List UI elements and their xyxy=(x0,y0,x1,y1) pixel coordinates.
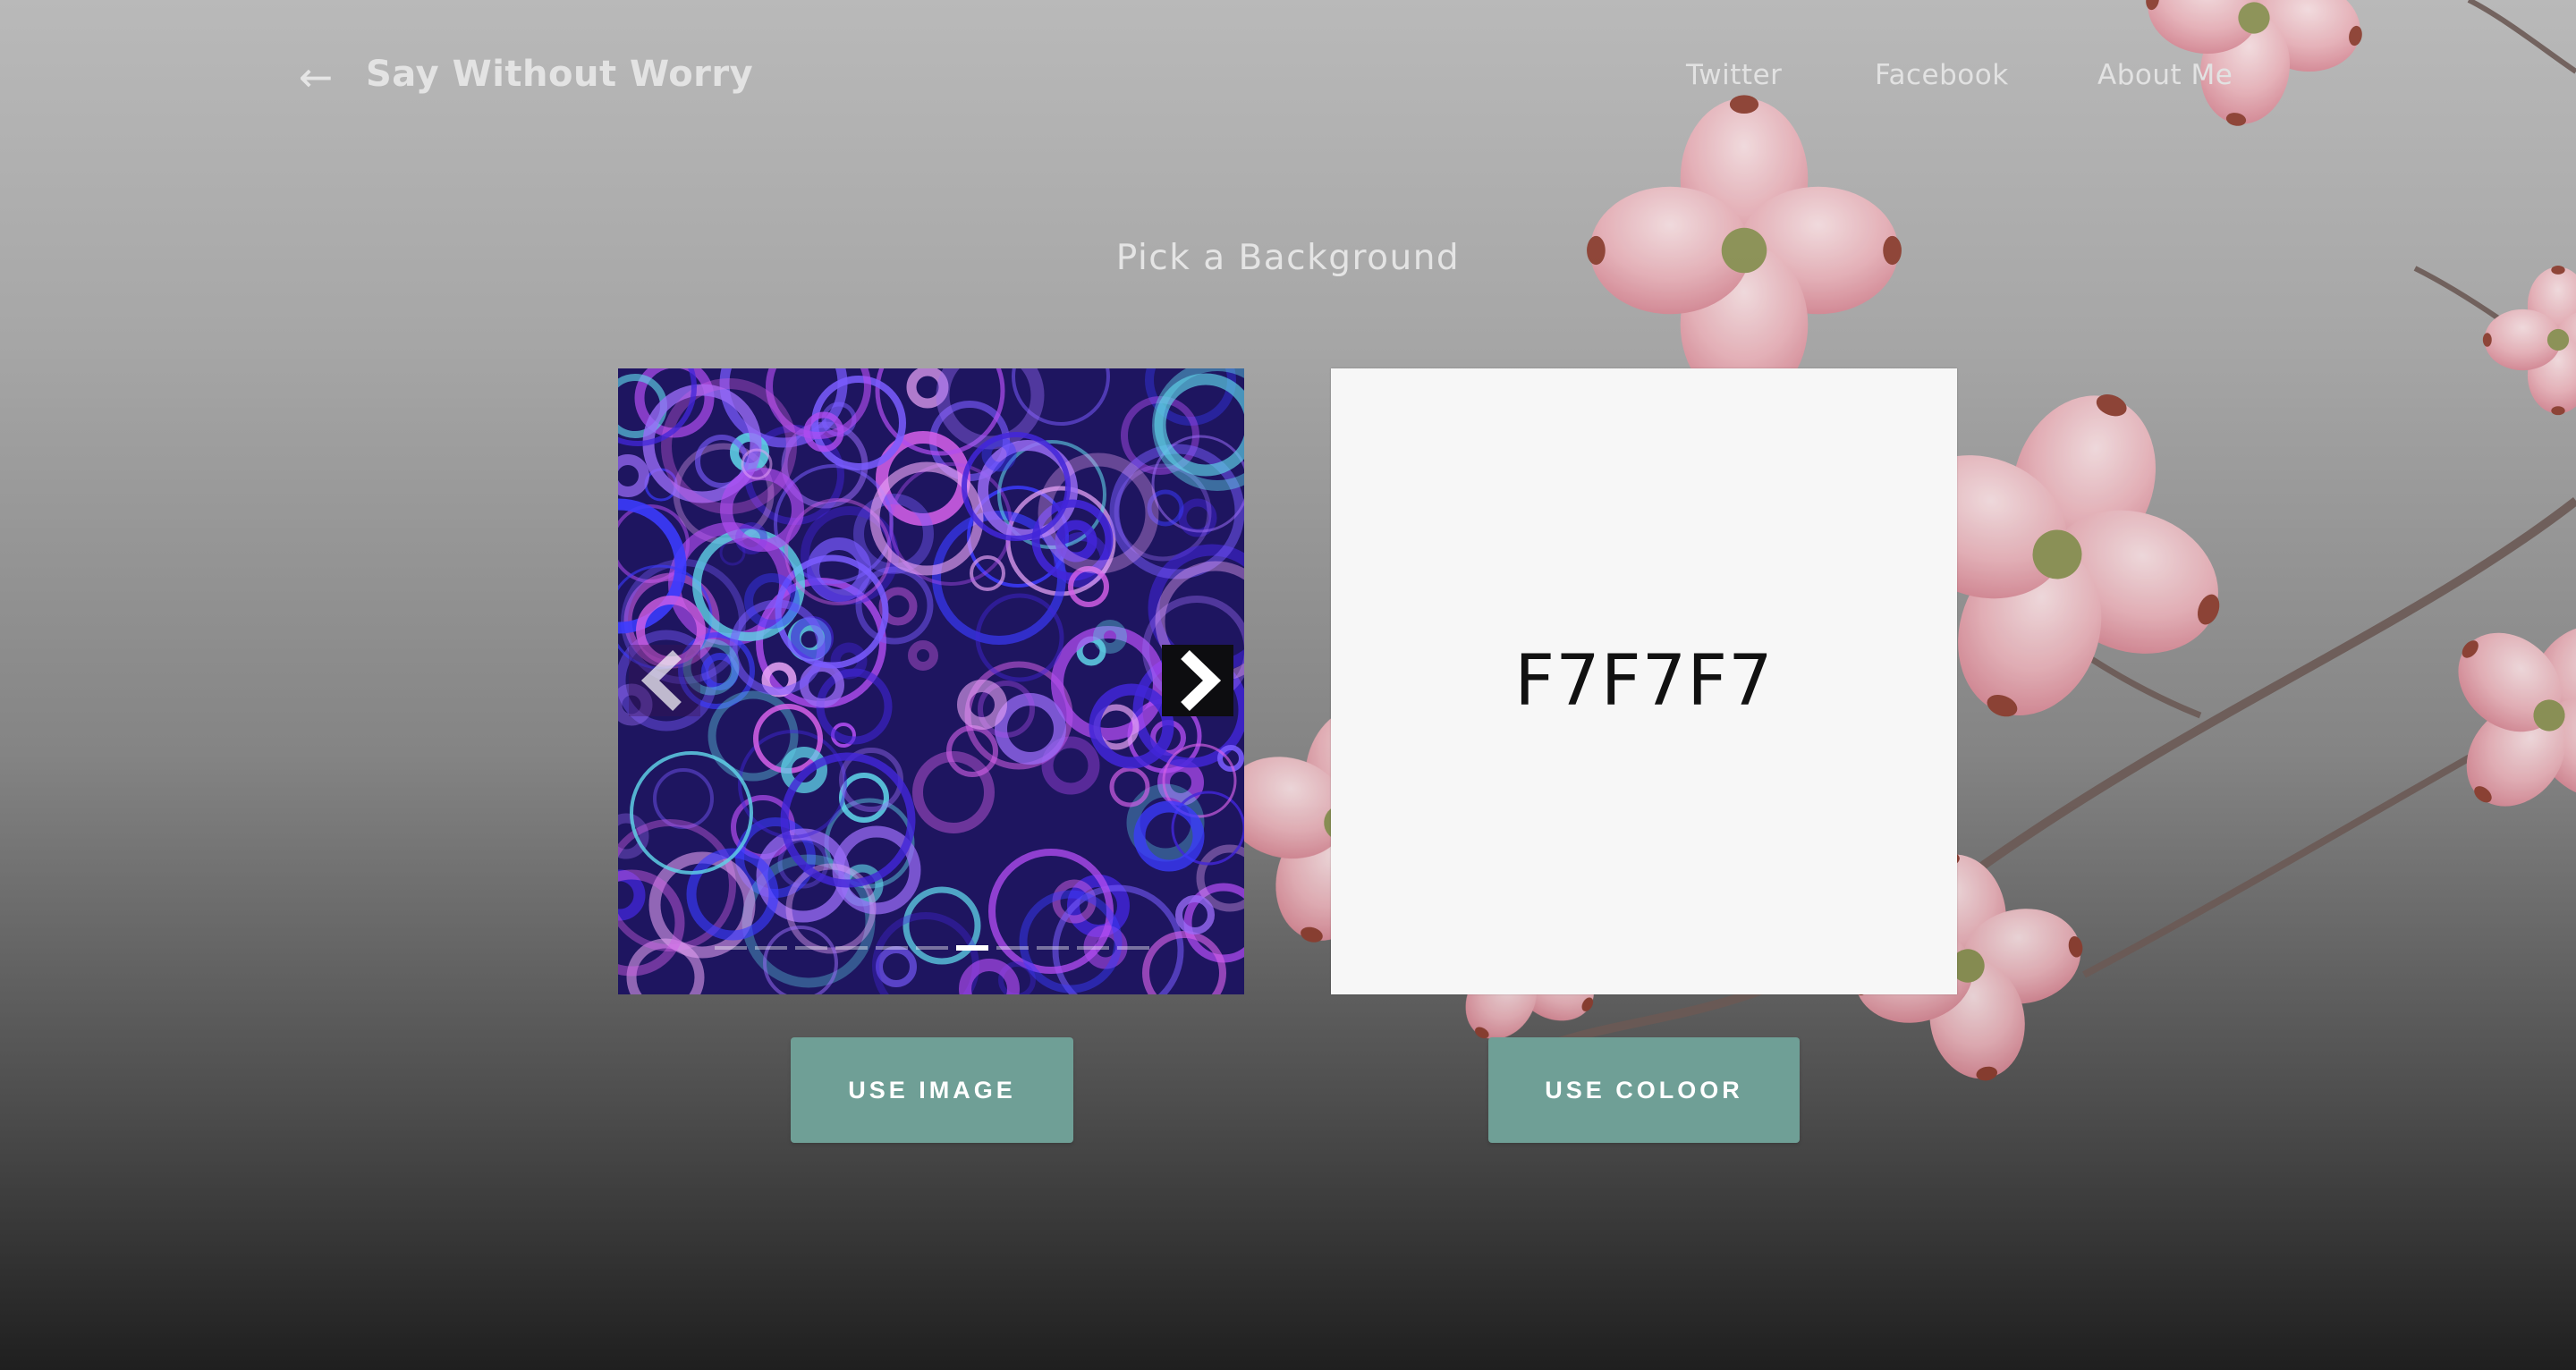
carousel-indicator[interactable] xyxy=(956,945,988,951)
nav-link-twitter[interactable]: Twitter xyxy=(1686,59,1782,91)
colour-swatch[interactable]: F7F7F7 xyxy=(1331,368,1957,994)
chevron-right-icon[interactable] xyxy=(1162,645,1233,716)
carousel-slide-image xyxy=(618,368,1244,994)
arrow-left-icon[interactable]: ← xyxy=(295,55,336,98)
chevron-left-icon[interactable] xyxy=(629,645,700,716)
site-header: ← Say Without Worry Twitter Facebook Abo… xyxy=(0,0,2576,156)
carousel-indicator[interactable] xyxy=(916,946,948,950)
carousel-indicator[interactable] xyxy=(755,946,787,950)
carousel-indicator[interactable] xyxy=(876,946,908,950)
carousel-indicator[interactable] xyxy=(795,946,827,950)
carousel-indicator[interactable] xyxy=(1037,946,1069,950)
use-image-button[interactable]: USE IMAGE xyxy=(791,1037,1073,1143)
carousel-indicator[interactable] xyxy=(835,946,868,950)
nav-link-facebook[interactable]: Facebook xyxy=(1875,59,2009,91)
brand-title[interactable]: Say Without Worry xyxy=(366,54,753,95)
nav-link-about-me[interactable]: About Me xyxy=(2097,59,2233,91)
carousel-indicator[interactable] xyxy=(996,946,1029,950)
carousel-indicators xyxy=(715,944,1157,951)
use-colour-button[interactable]: USE COLOOR xyxy=(1488,1037,1800,1143)
flower-background-image xyxy=(1191,0,2576,1101)
background-image-carousel[interactable] xyxy=(618,368,1244,994)
page-title: Pick a Background xyxy=(1115,238,1461,278)
carousel-indicator[interactable] xyxy=(1077,946,1109,950)
carousel-indicator[interactable] xyxy=(715,946,747,950)
carousel-indicator[interactable] xyxy=(1117,946,1149,950)
colour-code: F7F7F7 xyxy=(1514,641,1774,722)
